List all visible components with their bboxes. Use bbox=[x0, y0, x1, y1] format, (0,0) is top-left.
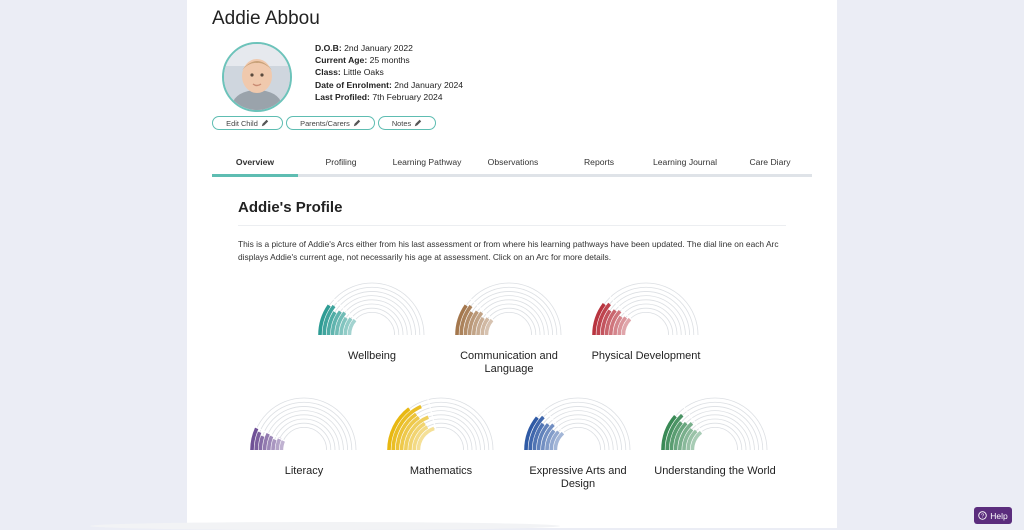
arc-label: Physical Development bbox=[591, 350, 701, 362]
arc-ring-track bbox=[456, 282, 562, 336]
arc-ring-fill bbox=[271, 439, 277, 451]
main-page: Addie Abbou D.O.B: 2nd January 2022 Curr… bbox=[187, 0, 837, 528]
profile-tabs: Overview Profiling Learning Pathway Obse… bbox=[212, 150, 812, 178]
arc-dial[interactable] bbox=[522, 395, 634, 453]
footer-shadow bbox=[90, 522, 560, 530]
arc-label: Wellbeing bbox=[347, 350, 397, 362]
enrolment-row: Date of Enrolment: 2nd January 2024 bbox=[315, 79, 464, 90]
pencil-icon bbox=[353, 119, 361, 127]
child-avatar bbox=[222, 42, 292, 112]
arc-ring-track bbox=[251, 397, 357, 451]
arc-label: Mathematics bbox=[409, 465, 473, 477]
arc-dial[interactable] bbox=[453, 280, 565, 338]
arc-dial[interactable] bbox=[248, 395, 360, 453]
pencil-icon bbox=[261, 119, 269, 127]
notes-label: Notes bbox=[391, 118, 412, 128]
profile-description: This is a picture of Addie's Arcs either… bbox=[238, 239, 779, 262]
notes-button[interactable]: Notes bbox=[378, 116, 436, 130]
arc-dial[interactable] bbox=[316, 280, 428, 338]
class-row: Class: Little Oaks bbox=[315, 67, 384, 78]
help-button[interactable]: ? Help bbox=[974, 507, 1012, 524]
arc-card-literacy[interactable]: Literacy bbox=[239, 395, 369, 478]
tab-care-diary[interactable]: Care Diary bbox=[728, 150, 812, 174]
arc-card-physical-development[interactable]: Physical Development bbox=[581, 280, 711, 363]
divider bbox=[238, 225, 786, 226]
pencil-icon bbox=[414, 119, 422, 127]
help-label: Help bbox=[990, 510, 1008, 521]
arc-card-understanding-the-world[interactable]: Understanding the World bbox=[650, 395, 780, 478]
tab-reports[interactable]: Reports bbox=[556, 150, 642, 174]
arc-ring-track bbox=[623, 312, 669, 336]
arc-dial[interactable] bbox=[385, 395, 497, 453]
tab-learning-pathway[interactable]: Learning Pathway bbox=[384, 150, 470, 174]
arc-ring-track bbox=[319, 282, 425, 336]
profiled-row: Last Profiled: 7th February 2024 bbox=[315, 91, 443, 102]
edit-child-label: Edit Child bbox=[226, 118, 258, 128]
parents-carers-button[interactable]: Parents/Carers bbox=[286, 116, 375, 130]
arc-label: Understanding the World bbox=[654, 465, 776, 477]
arc-label: Expressive Arts and Design bbox=[529, 465, 627, 490]
help-circle-icon: ? bbox=[978, 511, 987, 520]
arc-ring-fill bbox=[279, 440, 286, 451]
child-info: D.O.B: 2nd January 2022 Current Age: 25 … bbox=[315, 42, 463, 103]
arc-ring-track bbox=[281, 427, 327, 451]
child-name: Addie Abbou bbox=[212, 8, 320, 29]
dob-row: D.O.B: 2nd January 2022 bbox=[315, 43, 413, 53]
tab-learning-journal[interactable]: Learning Journal bbox=[642, 150, 728, 174]
tab-profiling[interactable]: Profiling bbox=[298, 150, 384, 174]
arc-dial[interactable] bbox=[590, 280, 702, 338]
arc-ring-fill bbox=[266, 435, 274, 451]
active-tab-indicator bbox=[212, 174, 298, 177]
arc-ring-fill bbox=[258, 435, 265, 451]
arc-ring-track bbox=[418, 427, 464, 451]
arc-ring-track bbox=[692, 427, 738, 451]
arc-ring-track bbox=[486, 312, 532, 336]
arc-ring-track bbox=[593, 282, 699, 336]
tab-overview[interactable]: Overview bbox=[212, 150, 298, 174]
arc-label: Communication and Language bbox=[460, 350, 558, 375]
arc-card-mathematics[interactable]: Mathematics bbox=[376, 395, 506, 478]
arc-ring-track bbox=[349, 312, 395, 336]
tab-observations[interactable]: Observations bbox=[470, 150, 556, 174]
section-title: Addie's Profile bbox=[238, 199, 343, 216]
age-row: Current Age: 25 months bbox=[315, 55, 410, 66]
arc-label: Literacy bbox=[284, 465, 324, 477]
edit-child-button[interactable]: Edit Child bbox=[212, 116, 283, 130]
arc-card-expressive-arts-and-design[interactable]: Expressive Arts and Design bbox=[513, 395, 643, 491]
tab-track bbox=[212, 174, 812, 177]
arc-dial[interactable] bbox=[659, 395, 771, 453]
arc-card-wellbeing[interactable]: Wellbeing bbox=[307, 280, 437, 363]
arc-card-communication-and-language[interactable]: Communication and Language bbox=[444, 280, 574, 376]
parents-carers-label: Parents/Carers bbox=[300, 118, 350, 128]
